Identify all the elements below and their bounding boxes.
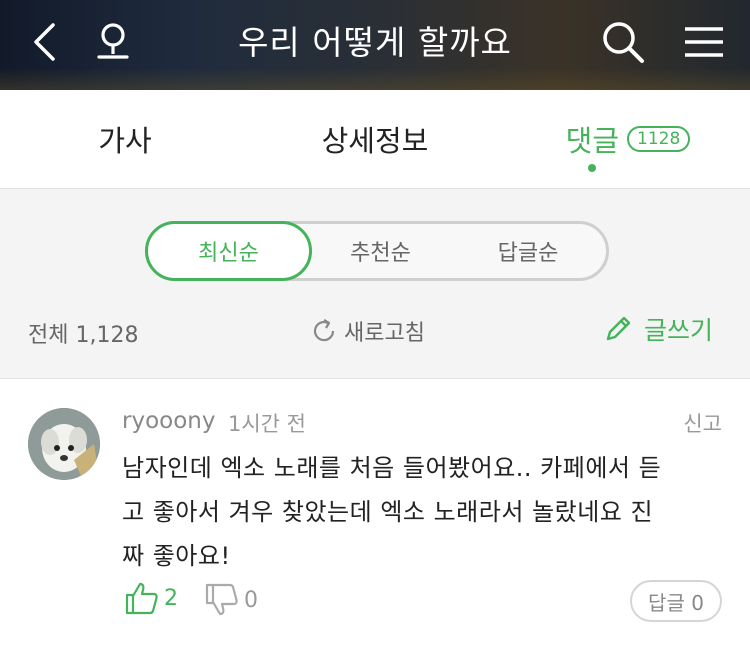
sort-recommended[interactable]: 추천순: [308, 224, 453, 278]
comment-line: 고 좋아서 겨우 찾았는데 엑소 노래라서 놀랐네요 진: [122, 498, 654, 526]
app-header: 우리 어떻게 할까요: [0, 0, 750, 90]
comment-count-badge: 1128: [627, 126, 691, 152]
dislike-button[interactable]: 0: [204, 582, 258, 618]
comment-controls: 추천순 답글순 최신순 전체 1,128 새로고침 글쓰기: [0, 189, 750, 379]
tab-lyrics-label: 가사: [98, 124, 152, 158]
page-title: 우리 어떻게 할까요: [238, 23, 512, 62]
tab-comments-label: 댓글: [565, 124, 620, 158]
dislike-count: 0: [244, 587, 258, 613]
sort-replies[interactable]: 답글순: [453, 224, 603, 278]
comment-body: 남자인데 엑소 노래를 처음 들어봤어요.. 카페에서 듣 고 좋아서 겨우 찾…: [122, 446, 722, 578]
comment-time: 1시간 전: [228, 412, 306, 436]
total-comment-count: 전체 1,128: [28, 323, 139, 348]
menu-icon[interactable]: [676, 0, 732, 84]
refresh-button[interactable]: 새로고침: [310, 315, 425, 347]
tab-details[interactable]: 상세정보: [300, 90, 450, 188]
comment-line: 남자인데 엑소 노래를 처음 들어봤어요.. 카페에서 듣: [122, 454, 662, 482]
avatar[interactable]: [28, 408, 100, 480]
search-icon[interactable]: [594, 0, 652, 84]
tab-lyrics[interactable]: 가사: [50, 90, 200, 188]
voice-search-icon[interactable]: [86, 0, 140, 84]
back-icon[interactable]: [22, 0, 66, 84]
thumbs-down-icon: [205, 583, 238, 616]
write-label: 글쓰기: [644, 316, 714, 345]
comment-username[interactable]: ryooony: [122, 408, 215, 434]
reply-button[interactable]: 답글 0: [630, 580, 722, 622]
tab-bar: 가사 상세정보 댓글 1128: [0, 90, 750, 189]
refresh-label: 새로고침: [344, 321, 425, 346]
tab-comments[interactable]: 댓글 1128: [548, 90, 708, 188]
like-count: 2: [164, 585, 178, 611]
active-tab-indicator: [588, 164, 596, 172]
comment-line: 짜 좋아요!: [122, 542, 231, 570]
sort-segmented-control: 추천순 답글순 최신순: [145, 221, 609, 281]
tab-details-label: 상세정보: [321, 124, 429, 158]
like-button[interactable]: 2: [124, 580, 178, 616]
pencil-icon: [606, 316, 631, 341]
refresh-icon: [313, 319, 335, 342]
thumbs-up-icon: [125, 582, 158, 615]
report-button[interactable]: 신고: [683, 408, 722, 438]
sort-latest[interactable]: 최신순: [145, 221, 312, 281]
write-comment-button[interactable]: 글쓰기: [602, 311, 713, 347]
